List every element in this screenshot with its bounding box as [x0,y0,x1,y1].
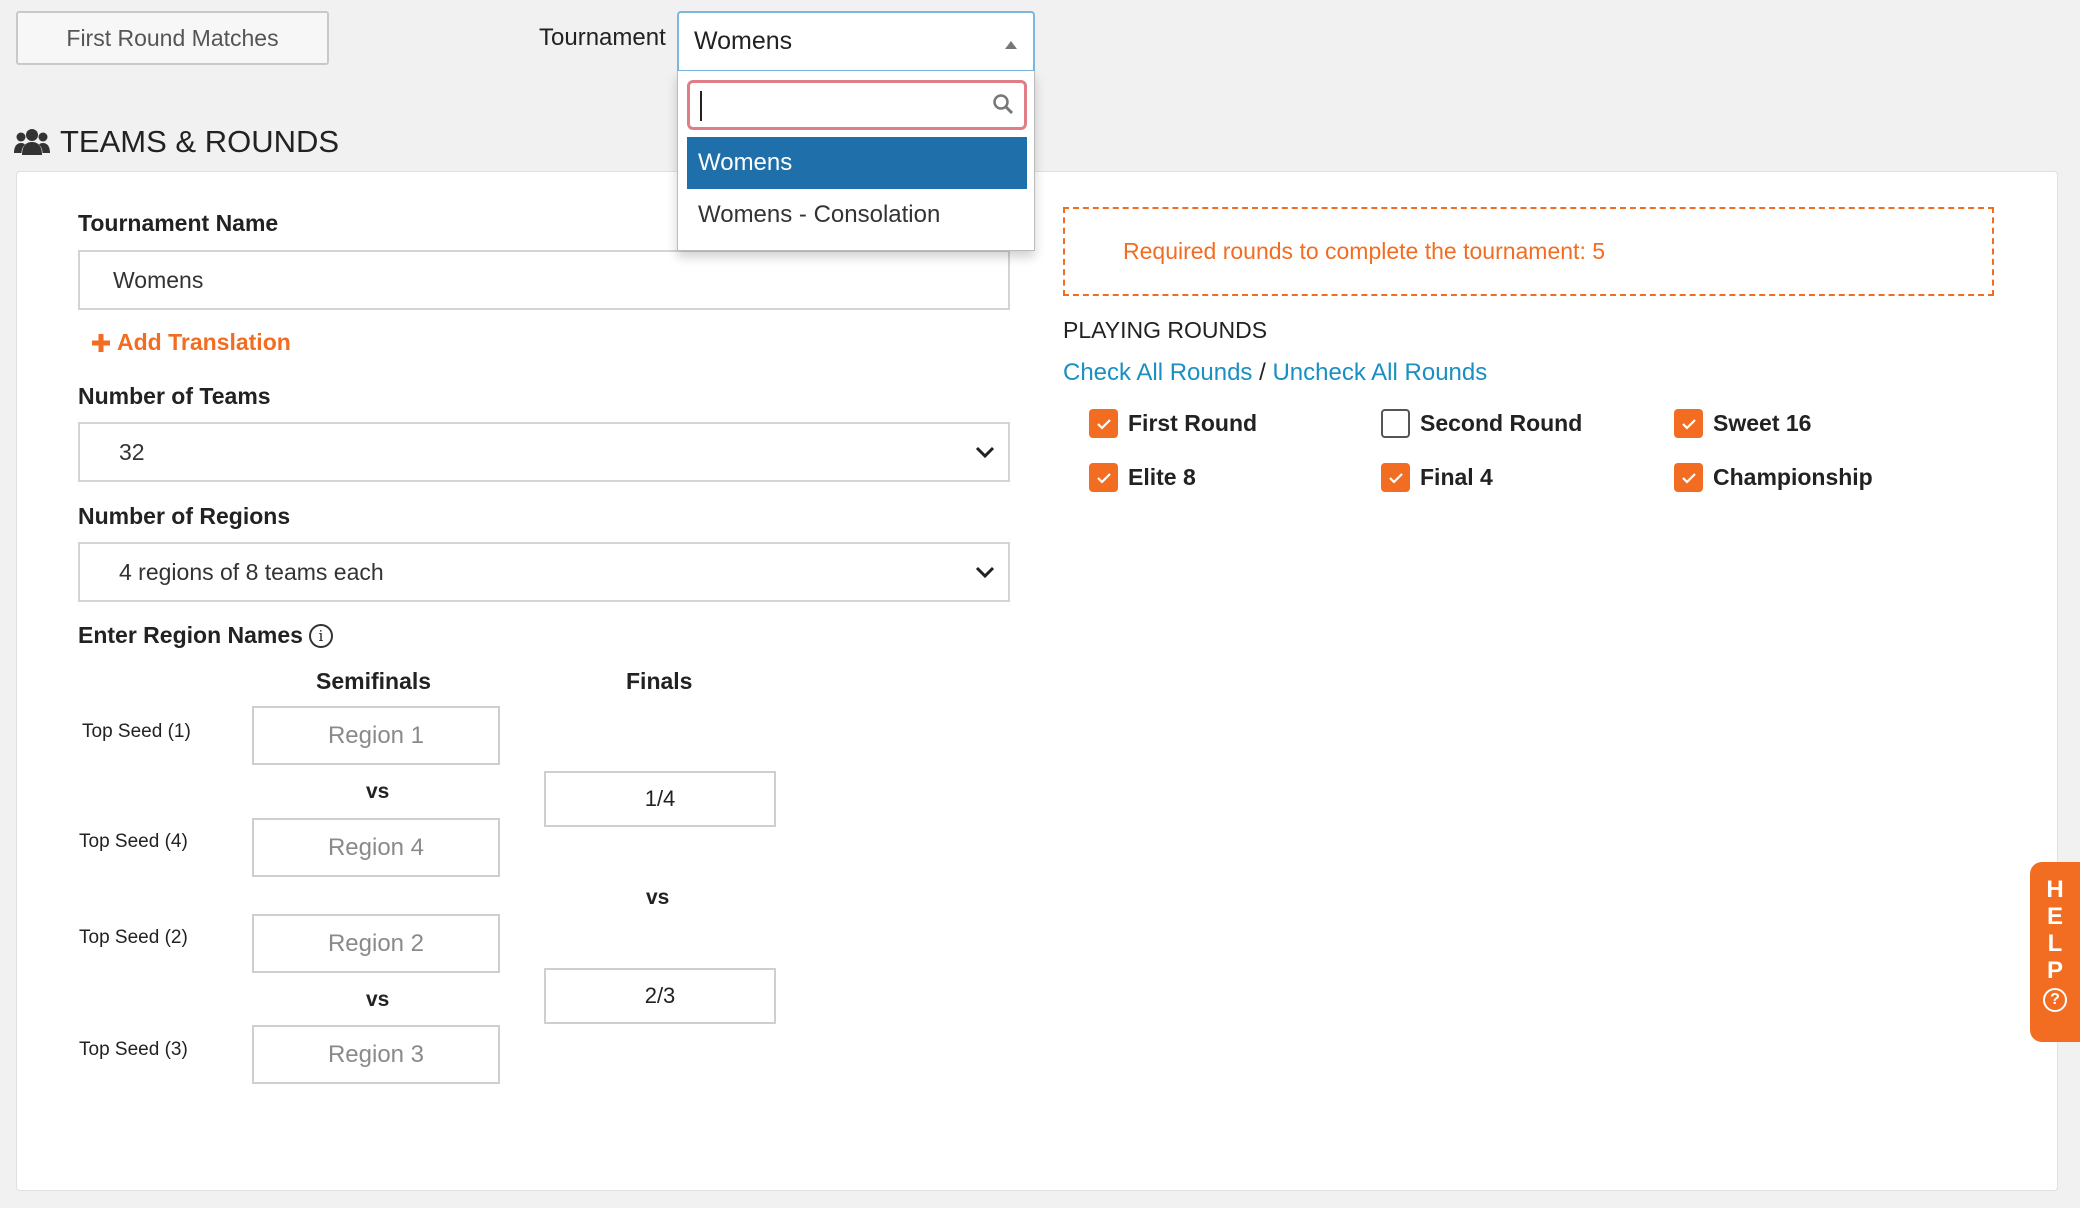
checkbox-checked-icon[interactable] [1674,409,1703,438]
first-round-matches-button[interactable]: First Round Matches [16,11,329,65]
number-of-regions-label: Number of Regions [78,503,291,529]
semifinals-header: Semifinals [316,668,432,694]
round-label: Final 4 [1420,464,1493,490]
region-names-label: Enter Region Names i [78,622,333,649]
plus-icon [92,333,110,352]
round-check-links: Check All Rounds / Uncheck All Rounds [1063,359,1487,387]
final-matchup-2-3: 2/3 [544,968,776,1024]
chevron-down-icon [975,566,995,579]
number-of-regions-select[interactable]: 4 regions of 8 teams each [78,542,1010,602]
checkmark-icon [1096,418,1111,430]
vs-label: vs [366,780,390,803]
caret-up-icon [1005,41,1017,49]
region-names-label-text: Enter Region Names [78,622,303,648]
checkmark-icon [1681,472,1696,484]
number-of-teams-select[interactable]: 32 [78,422,1010,482]
tournament-name-value: Womens [113,266,204,293]
round-checkbox-elite-8[interactable]: Elite 8 [1089,463,1196,492]
required-rounds-notice: Required rounds to complete the tourname… [1063,207,1994,296]
round-checkbox-championship[interactable]: Championship [1674,463,1873,492]
round-checkbox-first-round[interactable]: First Round [1089,409,1257,438]
link-separator: / [1259,359,1266,386]
help-letter: L [2047,930,2063,957]
round-label: Second Round [1420,410,1583,436]
add-translation-label: Add Translation [117,329,291,355]
region-2-input[interactable]: Region 2 [252,914,500,973]
checkmark-icon [1096,472,1111,484]
dropdown-search-input[interactable] [700,83,980,125]
tournament-select[interactable]: Womens [677,11,1035,72]
dropdown-option-womens[interactable]: Womens [687,137,1027,189]
tournament-dropdown: Womens Womens - Consolation [677,71,1035,251]
round-checkbox-sweet-16[interactable]: Sweet 16 [1674,409,1811,438]
info-icon[interactable]: i [308,623,333,648]
round-label: First Round [1128,410,1258,436]
round-checkbox-final-4[interactable]: Final 4 [1381,463,1493,492]
number-of-teams-value: 32 [119,438,145,465]
seed-label: Top Seed (4) [79,831,188,852]
tournament-name-input[interactable]: Womens [78,250,1010,310]
help-letter: P [2046,957,2063,984]
search-icon [993,94,1014,115]
checkbox-checked-icon[interactable] [1381,463,1410,492]
uncheck-all-rounds-link[interactable]: Uncheck All Rounds [1272,359,1487,386]
playing-rounds-title: PLAYING ROUNDS [1063,317,1268,343]
checkbox-checked-icon[interactable] [1089,409,1118,438]
round-checkbox-second-round[interactable]: Second Round [1381,409,1582,438]
tournament-label: Tournament [539,24,666,51]
chevron-down-icon [975,446,995,459]
help-letter: E [2046,903,2063,930]
number-of-teams-label: Number of Teams [78,383,271,409]
section-title: TEAMS & ROUNDS [14,124,339,160]
checkbox-checked-icon[interactable] [1674,463,1703,492]
round-label: Sweet 16 [1713,410,1812,436]
round-label: Elite 8 [1128,464,1196,490]
seed-label: Top Seed (2) [79,927,188,948]
text-cursor [700,91,702,121]
users-icon [14,129,50,155]
round-label: Championship [1713,464,1873,490]
check-all-rounds-link[interactable]: Check All Rounds [1063,359,1252,386]
dropdown-option-womens-consolation[interactable]: Womens - Consolation [687,189,1027,241]
region-4-input[interactable]: Region 4 [252,818,500,877]
section-title-text: TEAMS & ROUNDS [60,124,340,159]
final-matchup-1-4: 1/4 [544,771,776,827]
checkmark-icon [1388,472,1403,484]
dropdown-search-field[interactable] [687,80,1027,130]
add-translation-link[interactable]: Add Translation [91,329,291,356]
question-circle-icon: ? [2043,988,2067,1012]
vs-label: vs [646,886,670,909]
number-of-regions-value: 4 regions of 8 teams each [119,558,384,585]
vs-label: vs [366,988,390,1011]
seed-label: Top Seed (3) [79,1039,188,1060]
region-1-input[interactable]: Region 1 [252,706,500,765]
tournament-name-label: Tournament Name [78,210,279,236]
help-letter: H [2046,876,2064,903]
seed-label: Top Seed (1) [82,721,191,742]
checkmark-icon [1681,418,1696,430]
checkbox-unchecked-icon[interactable] [1381,409,1410,438]
region-3-input[interactable]: Region 3 [252,1025,500,1084]
finals-header: Finals [626,668,693,694]
help-tab[interactable]: H E L P ? [2030,862,2080,1042]
checkbox-checked-icon[interactable] [1089,463,1118,492]
tournament-select-value: Womens [694,27,793,55]
